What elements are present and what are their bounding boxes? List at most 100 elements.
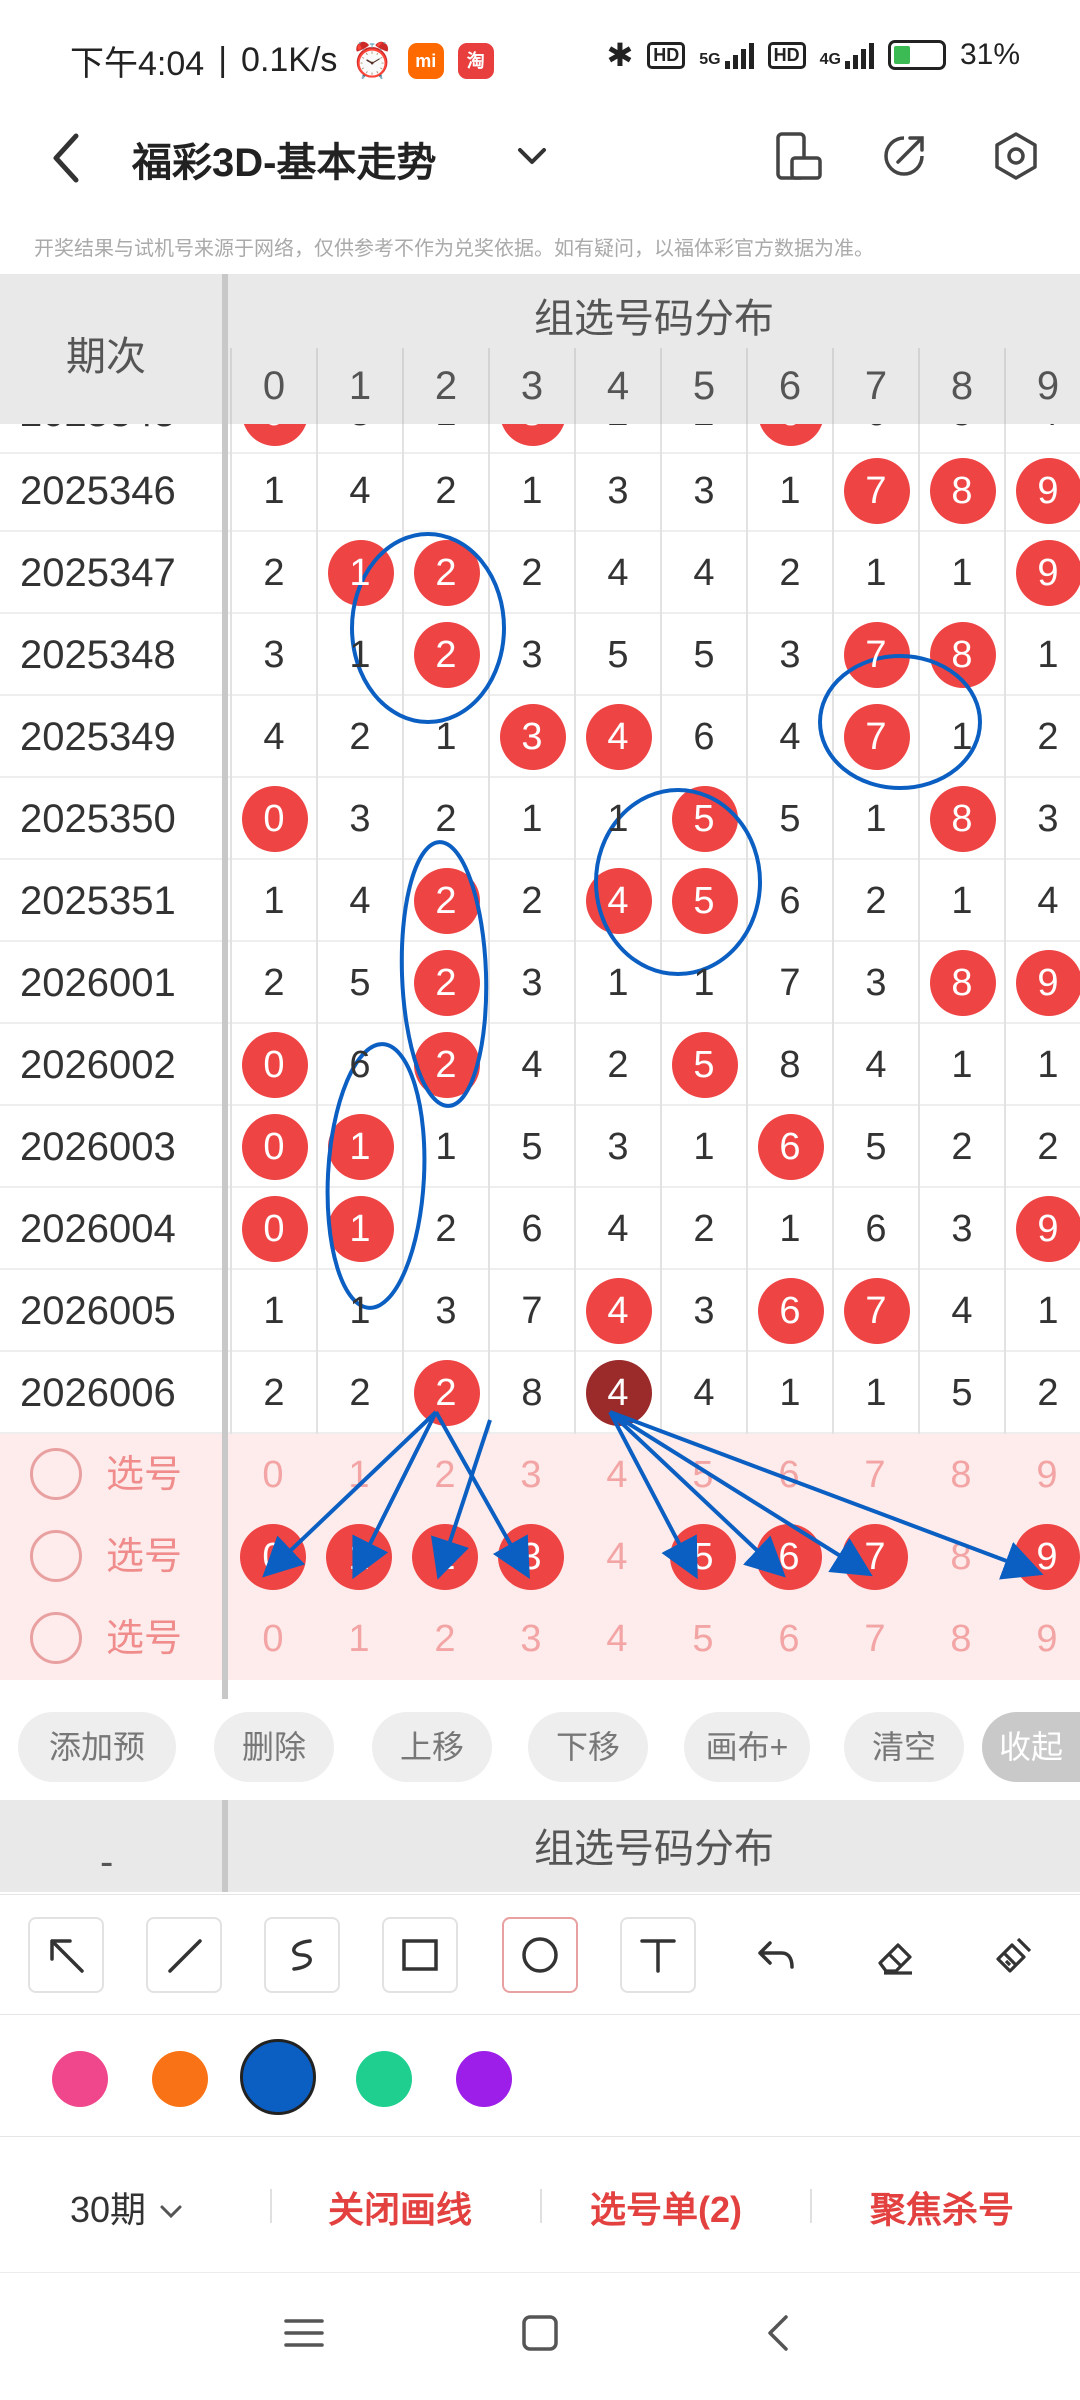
miss-count-cell[interactable]: 5 — [574, 614, 660, 696]
miss-count-cell[interactable]: 2 — [316, 1352, 402, 1434]
miss-count-cell[interactable]: 1 — [918, 1024, 1004, 1106]
color-swatch[interactable] — [152, 2051, 208, 2107]
hit-number-cell[interactable]: 2 — [402, 614, 488, 696]
hit-number-cell[interactable]: 7 — [832, 450, 918, 532]
hit-number-cell[interactable]: 1 — [316, 532, 402, 614]
pick-number[interactable]: 6 — [746, 1598, 832, 1680]
pick-number[interactable]: 9 — [1004, 1598, 1080, 1680]
miss-count-cell[interactable]: 1 — [1004, 1270, 1080, 1352]
miss-count-cell[interactable]: 5 — [316, 942, 402, 1024]
pick-number[interactable]: 1 — [316, 1434, 402, 1516]
back-button[interactable] — [46, 130, 86, 199]
miss-count-cell[interactable]: 4 — [316, 450, 402, 532]
color-swatch[interactable] — [52, 2051, 108, 2107]
miss-count-cell[interactable]: 2 — [746, 532, 832, 614]
miss-count-cell[interactable]: 1 — [918, 696, 1004, 778]
miss-count-cell[interactable]: 3 — [316, 778, 402, 860]
miss-count-cell[interactable]: 1 — [746, 450, 832, 532]
pick-number[interactable]: 4 — [574, 1598, 660, 1680]
hit-number-cell[interactable]: 9 — [1004, 532, 1080, 614]
hit-number-cell[interactable]: 2 — [402, 942, 488, 1024]
rectangle-tool-button[interactable] — [382, 1917, 458, 1993]
hit-number-cell[interactable]: 2 — [402, 1352, 488, 1434]
pick-row-radio[interactable] — [30, 1448, 82, 1500]
miss-count-cell[interactable]: 2 — [660, 1188, 746, 1270]
hit-number-cell[interactable]: 5 — [660, 778, 746, 860]
pick-number[interactable]: 3 — [488, 1598, 574, 1680]
miss-count-cell[interactable]: 7 — [746, 942, 832, 1024]
miss-count-cell[interactable]: 2 — [918, 1106, 1004, 1188]
table-row[interactable]: 2026002 0 6 2 4 2 5 8 4 1 1 — [0, 1024, 1080, 1106]
miss-count-cell[interactable]: 2 — [832, 860, 918, 942]
miss-count-cell[interactable]: 2 — [1004, 696, 1080, 778]
miss-count-cell[interactable]: 3 — [574, 450, 660, 532]
hit-number-cell[interactable]: 5 — [660, 860, 746, 942]
hit-number-cell[interactable]: 7 — [832, 696, 918, 778]
table-row[interactable]: 2025351 1 4 2 2 4 5 6 2 1 4 — [0, 860, 1080, 942]
miss-count-cell[interactable]: 5 — [918, 1352, 1004, 1434]
home-button[interactable] — [518, 2311, 562, 2366]
pick-number-selected[interactable]: 3 — [488, 1516, 574, 1598]
miss-count-cell[interactable]: 8 — [746, 1024, 832, 1106]
pick-number-selected[interactable]: 9 — [1004, 1516, 1080, 1598]
period-selector[interactable]: 30期 — [70, 2181, 186, 2233]
miss-count-cell[interactable]: 2 — [488, 860, 574, 942]
miss-count-cell[interactable]: 1 — [746, 1352, 832, 1434]
miss-count-cell[interactable]: 1 — [832, 1352, 918, 1434]
miss-count-cell[interactable]: 1 — [574, 942, 660, 1024]
miss-count-cell[interactable]: 1 — [918, 860, 1004, 942]
landscape-button[interactable] — [770, 128, 826, 184]
miss-count-cell[interactable]: 7 — [488, 1270, 574, 1352]
hit-number-cell[interactable]: 6 — [746, 1270, 832, 1352]
miss-count-cell[interactable]: 4 — [660, 1352, 746, 1434]
miss-count-cell[interactable]: 1 — [1004, 614, 1080, 696]
miss-count-cell[interactable]: 5 — [488, 1106, 574, 1188]
clear-button[interactable]: 清空 — [844, 1712, 964, 1782]
line-tool-button[interactable] — [146, 1917, 222, 1993]
miss-count-cell[interactable]: 6 — [316, 1024, 402, 1106]
pick-row-radio[interactable] — [30, 1612, 82, 1664]
color-swatch[interactable] — [456, 2051, 512, 2107]
add-preselect-button[interactable]: 添加预选 — [18, 1712, 176, 1835]
pick-number[interactable]: 8 — [918, 1598, 1004, 1680]
pick-number[interactable]: 5 — [660, 1434, 746, 1516]
page-title[interactable]: 福彩3D-基本走势 — [132, 130, 436, 188]
miss-count-cell[interactable]: 3 — [918, 1188, 1004, 1270]
hit-number-cell[interactable]: 7 — [832, 614, 918, 696]
miss-count-cell[interactable]: 1 — [230, 1270, 316, 1352]
miss-count-cell[interactable]: 2 — [574, 1024, 660, 1106]
collapse-button[interactable]: 收起 — [982, 1712, 1080, 1782]
miss-count-cell[interactable]: 3 — [660, 1270, 746, 1352]
miss-count-cell[interactable]: 2 — [316, 696, 402, 778]
table-row[interactable]: 2026001 2 5 2 3 1 1 7 3 8 9 — [0, 942, 1080, 1024]
miss-count-cell[interactable]: 1 — [1004, 1024, 1080, 1106]
table-row[interactable]: 2025347 2 1 2 2 4 4 2 1 1 9 — [0, 532, 1080, 614]
miss-count-cell[interactable]: 1 — [230, 450, 316, 532]
settings-button[interactable] — [988, 128, 1044, 184]
hit-number-cell[interactable]: 0 — [230, 1024, 316, 1106]
miss-count-cell[interactable]: 5 — [832, 1106, 918, 1188]
table-row[interactable]: 2025350 0 3 2 1 1 5 5 1 8 3 — [0, 778, 1080, 860]
hit-number-cell[interactable]: 4 — [574, 1352, 660, 1434]
miss-count-cell[interactable]: 5 — [660, 614, 746, 696]
canvas-add-button[interactable]: 画布+ — [684, 1712, 810, 1782]
miss-count-cell[interactable]: 6 — [832, 1188, 918, 1270]
miss-count-cell[interactable]: 3 — [1004, 778, 1080, 860]
hit-number-cell[interactable]: 8 — [918, 614, 1004, 696]
miss-count-cell[interactable]: 1 — [660, 1106, 746, 1188]
pick-number[interactable]: 6 — [746, 1434, 832, 1516]
hit-number-cell[interactable]: 6 — [746, 1106, 832, 1188]
miss-count-cell[interactable]: 3 — [660, 450, 746, 532]
hit-number-cell[interactable]: 2 — [402, 532, 488, 614]
miss-count-cell[interactable]: 2 — [1004, 1106, 1080, 1188]
hit-number-cell[interactable]: 8 — [918, 450, 1004, 532]
miss-count-cell[interactable]: 2 — [1004, 1352, 1080, 1434]
miss-count-cell[interactable]: 4 — [660, 532, 746, 614]
color-swatch[interactable] — [240, 2039, 316, 2115]
miss-count-cell[interactable]: 4 — [832, 1024, 918, 1106]
miss-count-cell[interactable]: 3 — [832, 942, 918, 1024]
hit-number-cell[interactable]: 1 — [316, 1106, 402, 1188]
miss-count-cell[interactable]: 6 — [488, 1188, 574, 1270]
title-dropdown-button[interactable] — [512, 128, 552, 194]
miss-count-cell[interactable]: 2 — [402, 450, 488, 532]
